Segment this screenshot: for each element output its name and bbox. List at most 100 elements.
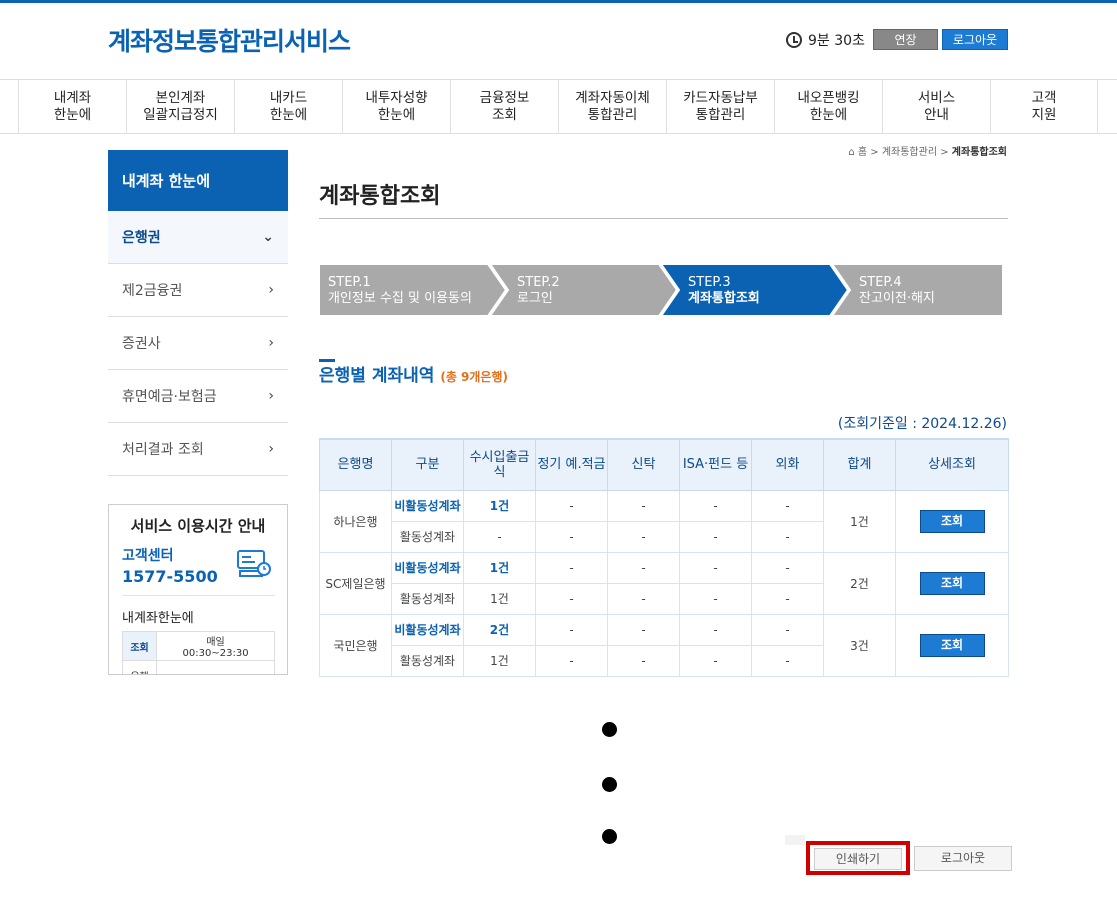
account-count: -	[535, 613, 608, 646]
gnb-item[interactable]: 내카드 한눈에	[234, 80, 342, 133]
breadcrumb-current: 계좌통합조회	[951, 147, 1007, 158]
site-logo[interactable]: 계좌정보통합관리서비스	[108, 22, 351, 58]
logout-button-bottom[interactable]: 로그아웃	[914, 846, 1012, 871]
gnb-item[interactable]: 금융정보 조회	[450, 80, 558, 133]
home-icon[interactable]: ⌂	[848, 147, 854, 158]
step-label: 계좌통합조회	[688, 290, 760, 306]
account-count: 1건	[463, 644, 536, 677]
account-type: 활동성계좌	[391, 644, 464, 677]
lnb-item[interactable]: 휴면예금·보험금 ›	[108, 370, 288, 423]
page-title: 계좌통합조회	[319, 184, 441, 209]
gnb-item[interactable]: 내계좌 한눈에	[18, 80, 126, 133]
view-detail-button[interactable]: 조회	[919, 633, 985, 657]
customer-center-phone: 1577-5500	[122, 567, 218, 586]
table-header: ISA·펀드 등	[679, 438, 752, 491]
extend-session-button[interactable]: 연장	[873, 29, 938, 50]
lnb-item[interactable]: 은행권 ⌄	[108, 211, 288, 264]
service-divider	[122, 595, 275, 596]
table-header: 은행명	[319, 438, 392, 491]
step-number: STEP.3	[688, 275, 731, 290]
lnb-menu: 은행권 ⌄ 제2금융권 › 증권사 › 휴면예금·보험금 › 처리결과 조회 ›	[108, 211, 288, 476]
top-accent-line	[0, 0, 1117, 3]
service-row-value: 매일 00:30~23:30	[156, 631, 275, 661]
print-button-highlight[interactable]: 인쇄하기	[806, 841, 910, 875]
step-label: 개인정보 수집 및 이용동의	[328, 291, 472, 306]
global-nav: 내계좌 한눈에 본인계좌 일괄지급정지 내카드 한눈에 내투자성향 한눈에 금융정보 조…	[0, 79, 1117, 134]
account-count: -	[751, 582, 824, 615]
account-count: -	[679, 489, 752, 522]
view-detail-button[interactable]: 조회	[919, 509, 985, 533]
session-timer: 9분 30초	[786, 30, 865, 50]
gnb-item[interactable]: 본인계좌 일괄지급정지	[126, 80, 234, 133]
step-number: STEP.4	[859, 275, 902, 290]
service-row-value	[156, 660, 275, 674]
service-hours-title: 서비스 이용시간 안내	[130, 517, 266, 535]
gnb-item[interactable]: 서비스 안내	[882, 80, 990, 133]
section-title: 은행별 계좌내역 (총 9개은행)	[319, 359, 508, 386]
account-type: 활동성계좌	[391, 520, 464, 553]
lnb-item[interactable]: 처리결과 조회 ›	[108, 423, 288, 476]
account-count: -	[679, 551, 752, 584]
account-count: -	[751, 644, 824, 677]
account-count: -	[535, 582, 608, 615]
account-count: -	[535, 489, 608, 522]
account-count: -	[751, 613, 824, 646]
base-date: (조회기준일 : 2024.12.26)	[837, 416, 1007, 432]
breadcrumb-home[interactable]: 홈	[858, 147, 867, 158]
view-detail-button[interactable]: 조회	[919, 571, 985, 595]
service-hours-box: 서비스 이용시간 안내 고객센터 1577-5500 내계좌한눈에 조회 매일 0…	[108, 504, 288, 675]
account-count: -	[751, 551, 824, 584]
account-count[interactable]: 2건	[463, 613, 536, 646]
table-header: 합계	[823, 438, 896, 491]
step-shape	[659, 264, 850, 316]
step-item: STEP.3계좌통합조회	[659, 264, 850, 316]
account-count: -	[607, 582, 680, 615]
account-type[interactable]: 비활동성계좌	[391, 551, 464, 584]
detail-cell: 조회	[895, 551, 1009, 615]
breadcrumb-separator: >	[870, 147, 879, 158]
lnb-title: 내계좌 한눈에	[108, 150, 288, 211]
gnb-item[interactable]: 계좌자동이체 통합관리	[558, 80, 666, 133]
bank-name: 하나은행	[319, 489, 392, 553]
logout-button-top[interactable]: 로그아웃	[942, 29, 1008, 50]
step-number: STEP.2	[517, 275, 560, 290]
print-button[interactable]: 인쇄하기	[814, 848, 902, 870]
account-type: 활동성계좌	[391, 582, 464, 615]
chevron-right-icon: ›	[268, 388, 274, 404]
account-count: -	[607, 489, 680, 522]
detail-cell: 조회	[895, 613, 1009, 677]
account-count: -	[679, 520, 752, 553]
account-count: -	[679, 582, 752, 615]
gnb-item[interactable]: 카드자동납부 통합관리	[666, 80, 774, 133]
total-count: 1건	[823, 489, 896, 553]
call-center-icon	[237, 550, 271, 577]
account-count: -	[679, 613, 752, 646]
account-count: -	[607, 613, 680, 646]
lnb-item-label: 휴면예금·보험금	[122, 389, 217, 405]
gnb-item[interactable]: 내오픈뱅킹 한눈에	[774, 80, 882, 133]
table-row: 국민은행 비활동성계좌 2건 - - - -3건 조회	[319, 613, 1009, 677]
total-count: 2건	[823, 551, 896, 615]
chevron-right-icon: ›	[268, 441, 274, 457]
breadcrumb-level1[interactable]: 계좌통합관리	[882, 147, 937, 158]
step-item: STEP.1개인정보 수집 및 이용동의	[319, 264, 508, 316]
gnb-item[interactable]: 고객 지원	[990, 80, 1098, 133]
service-row-label: 은행	[121, 660, 158, 674]
lnb-item[interactable]: 제2금융권 ›	[108, 264, 288, 317]
account-type[interactable]: 비활동성계좌	[391, 613, 464, 646]
account-count[interactable]: 1건	[463, 551, 536, 584]
lnb-item-label: 증권사	[122, 336, 161, 352]
table-header: 상세조회	[895, 438, 1009, 491]
customer-center: 고객센터 1577-5500	[122, 545, 218, 586]
lnb-item[interactable]: 증권사 ›	[108, 317, 288, 370]
step-label: 로그인	[517, 291, 553, 306]
table-header: 외화	[751, 438, 824, 491]
gnb-item[interactable]: 내투자성향 한눈에	[342, 80, 450, 133]
table-row: SC제일은행 비활동성계좌 1건 - - - -2건 조회	[319, 551, 1009, 615]
account-count[interactable]: 1건	[463, 489, 536, 522]
clock-icon	[786, 32, 802, 48]
timer-text: 9분 30초	[808, 33, 865, 49]
title-divider	[319, 218, 1008, 219]
account-type[interactable]: 비활동성계좌	[391, 489, 464, 522]
step-shape	[488, 264, 679, 316]
